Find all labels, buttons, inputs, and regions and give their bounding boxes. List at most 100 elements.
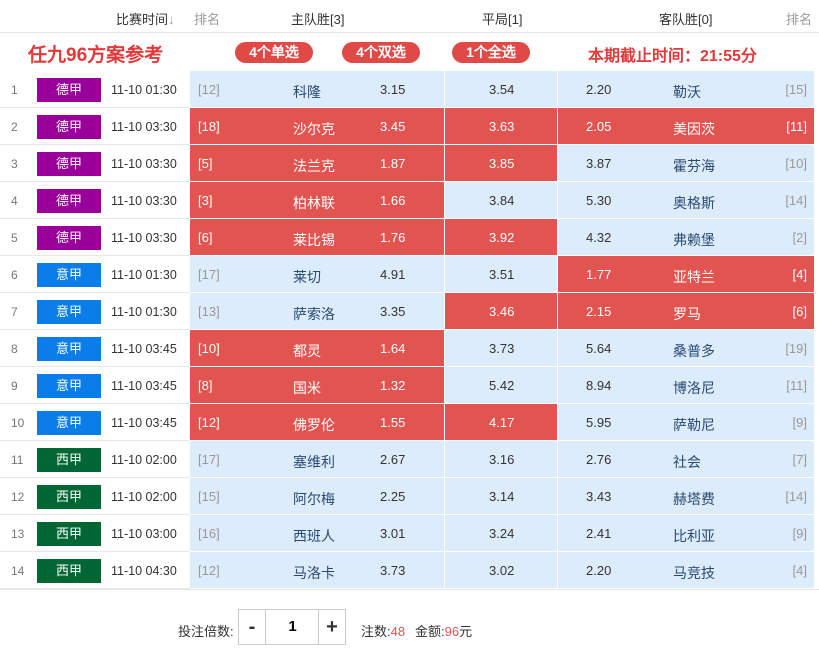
increase-button[interactable]: +	[318, 610, 345, 644]
away-team: 霍芬海	[673, 158, 715, 174]
home-odds: 3.45	[380, 119, 406, 134]
draw-option[interactable]: 3.46	[445, 293, 557, 329]
draw-option[interactable]: 3.14	[445, 478, 557, 514]
away-win-option[interactable]: 8.94 博洛尼 [11]	[558, 367, 814, 403]
home-rank: [13]	[198, 304, 220, 319]
match-table: 1 德甲 11-10 01:30 [12] 科隆 3.15 3.54 2.20 勒沃 [15] 2 德…	[0, 71, 819, 589]
match-row: 9 意甲 11-10 03:45 [8] 国米 1.32 5.42 8.94 博洛尼 [11]	[0, 367, 819, 404]
home-odds: 1.32	[380, 378, 406, 393]
home-win-option[interactable]: [16] 西班人 3.01	[190, 515, 444, 551]
home-win-option[interactable]: [5] 法兰克 1.87	[190, 145, 444, 181]
match-number: 10	[11, 416, 25, 430]
away-win-option[interactable]: 2.05 美因茨 [11]	[558, 108, 814, 144]
doubles-badge: 4个双选	[342, 42, 420, 63]
multiplier-label: 投注倍数:	[178, 624, 234, 639]
home-win-option[interactable]: [12] 科隆 3.15	[190, 71, 444, 107]
away-team: 社会	[673, 454, 701, 470]
league-badge: 德甲	[37, 115, 101, 139]
away-win-option[interactable]: 5.95 萨勒尼 [9]	[558, 404, 814, 440]
away-odds: 3.43	[586, 489, 612, 504]
away-odds: 2.15	[586, 304, 612, 319]
draw-odds: 3.02	[489, 563, 515, 578]
away-rank: [11]	[786, 119, 807, 134]
draw-option[interactable]: 3.92	[445, 219, 557, 255]
match-number: 2	[11, 120, 18, 134]
draw-option[interactable]: 3.02	[445, 552, 557, 588]
home-rank: [15]	[198, 489, 220, 504]
draw-odds: 3.73	[489, 341, 515, 356]
draw-odds: 3.85	[489, 156, 515, 171]
draw-option[interactable]: 3.63	[445, 108, 557, 144]
draw-option[interactable]: 3.84	[445, 182, 557, 218]
home-odds: 1.66	[380, 193, 406, 208]
time-column-label: 比赛时间	[116, 12, 169, 27]
away-team: 马竞技	[673, 565, 715, 581]
match-row: 14 西甲 11-10 04:30 [12] 马洛卡 3.73 3.02 2.20 马竞技 [4]	[0, 552, 819, 589]
draw-option[interactable]: 3.54	[445, 71, 557, 107]
table-header: 比赛时间↓ 排名 主队胜[3] 平局[1] 客队胜[0] 排名	[0, 0, 819, 33]
home-win-option[interactable]: [17] 塞维利 2.67	[190, 441, 444, 477]
away-win-option[interactable]: 5.64 桑普多 [19]	[558, 330, 814, 366]
away-odds: 8.94	[586, 378, 612, 393]
away-win-option[interactable]: 2.41 比利亚 [9]	[558, 515, 814, 551]
home-team: 莱切	[293, 269, 321, 285]
amount-label: 金额:	[415, 624, 445, 639]
home-win-option[interactable]: [12] 佛罗伦 1.55	[190, 404, 444, 440]
draw-option[interactable]: 3.51	[445, 256, 557, 292]
away-rank: [6]	[792, 304, 807, 319]
away-win-option[interactable]: 2.20 勒沃 [15]	[558, 71, 814, 107]
away-team: 比利亚	[673, 528, 715, 544]
league-badge: 西甲	[37, 522, 101, 546]
away-win-option[interactable]: 2.15 罗马 [6]	[558, 293, 814, 329]
away-win-option[interactable]: 5.30 奥格斯 [14]	[558, 182, 814, 218]
draw-option[interactable]: 5.42	[445, 367, 557, 403]
away-win-option[interactable]: 1.77 亚特兰 [4]	[558, 256, 814, 292]
away-win-option[interactable]: 2.20 马竞技 [4]	[558, 552, 814, 588]
draw-odds: 3.84	[489, 193, 515, 208]
home-win-option[interactable]: [17] 莱切 4.91	[190, 256, 444, 292]
home-win-option[interactable]: [12] 马洛卡 3.73	[190, 552, 444, 588]
match-row: 11 西甲 11-10 02:00 [17] 塞维利 2.67 3.16 2.76 社会 [7]	[0, 441, 819, 478]
draw-option[interactable]: 3.85	[445, 145, 557, 181]
away-rank: [7]	[792, 452, 807, 467]
draw-option[interactable]: 3.16	[445, 441, 557, 477]
away-win-option[interactable]: 3.43 赫塔费 [14]	[558, 478, 814, 514]
draw-option[interactable]: 3.24	[445, 515, 557, 551]
home-rank: [3]	[198, 193, 213, 208]
match-info: 3 德甲 11-10 03:30	[0, 145, 190, 182]
bets-value: 48	[390, 624, 406, 639]
match-info: 1 德甲 11-10 01:30	[0, 71, 190, 108]
away-rank: [4]	[792, 563, 807, 578]
home-odds: 4.91	[380, 267, 406, 282]
draw-header: 平局[1]	[482, 12, 523, 27]
all-badge: 1个全选	[452, 42, 530, 63]
draw-odds: 3.16	[489, 452, 515, 467]
draw-option[interactable]: 4.17	[445, 404, 557, 440]
away-team: 奥格斯	[673, 195, 715, 211]
league-badge: 意甲	[37, 263, 101, 287]
home-win-option[interactable]: [18] 沙尔克 3.45	[190, 108, 444, 144]
league-badge: 意甲	[37, 374, 101, 398]
home-win-option[interactable]: [3] 柏林联 1.66	[190, 182, 444, 218]
draw-option[interactable]: 3.73	[445, 330, 557, 366]
time-column-header[interactable]: 比赛时间↓	[116, 9, 175, 28]
home-win-option[interactable]: [10] 都灵 1.64	[190, 330, 444, 366]
away-win-option[interactable]: 4.32 弗赖堡 [2]	[558, 219, 814, 255]
match-number: 4	[11, 194, 18, 208]
deadline-text: 本期截止时间：21:55分	[588, 48, 757, 65]
home-rank: [8]	[198, 378, 213, 393]
home-win-header: 主队胜[3]	[291, 12, 345, 27]
match-time: 11-10 03:45	[111, 416, 177, 430]
away-win-option[interactable]: 2.76 社会 [7]	[558, 441, 814, 477]
away-win-option[interactable]: 3.87 霍芬海 [10]	[558, 145, 814, 181]
away-odds: 2.20	[586, 563, 612, 578]
home-win-option[interactable]: [13] 萨索洛 3.35	[190, 293, 444, 329]
home-win-option[interactable]: [8] 国米 1.32	[190, 367, 444, 403]
match-info: 7 意甲 11-10 01:30	[0, 293, 190, 330]
match-time: 11-10 04:30	[111, 564, 177, 578]
home-win-option[interactable]: [15] 阿尔梅 2.25	[190, 478, 444, 514]
home-win-option[interactable]: [6] 莱比锡 1.76	[190, 219, 444, 255]
multiplier-input[interactable]	[267, 610, 318, 644]
decrease-button[interactable]: -	[239, 610, 266, 644]
home-team: 阿尔梅	[293, 491, 335, 507]
